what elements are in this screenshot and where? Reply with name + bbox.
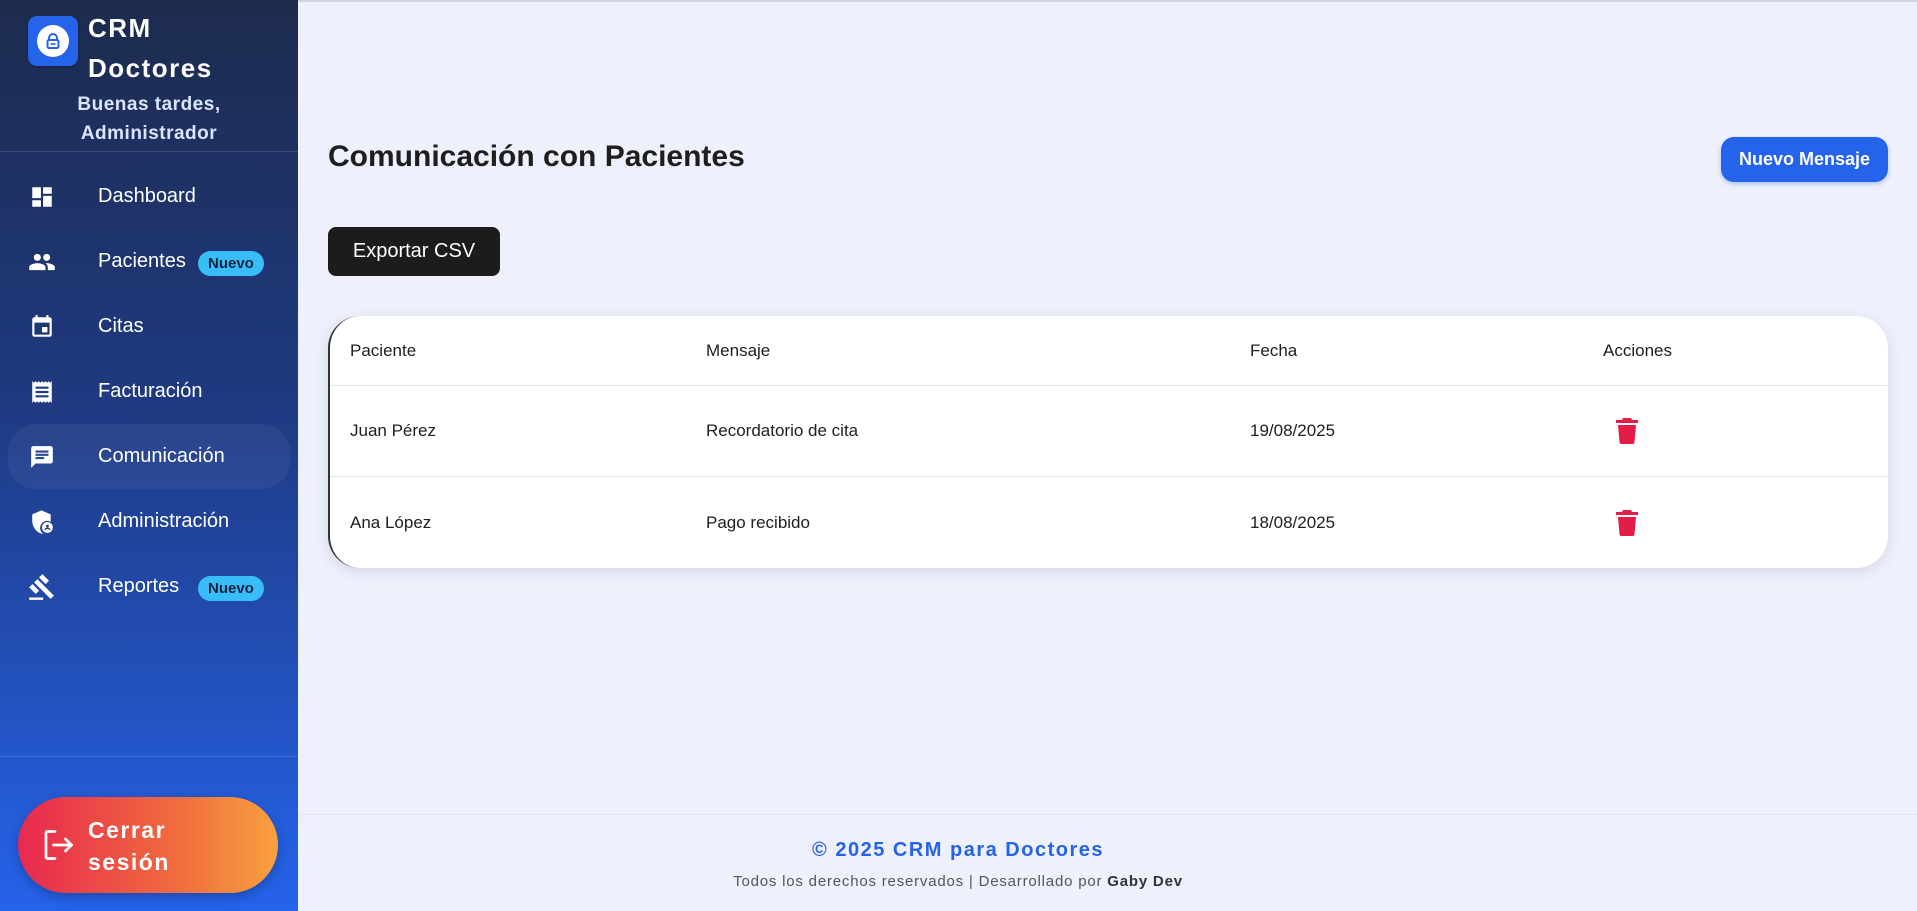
message-cell: Recordatorio de cita xyxy=(706,421,859,440)
sidebar-item-label: Comunicación xyxy=(98,445,225,467)
logout-label: Cerrar sesión xyxy=(88,817,170,875)
sidebar-item-label: Citas xyxy=(98,315,144,337)
table-row: Juan Pérez Recordatorio de cita 19/08/20… xyxy=(330,386,1888,477)
column-header: Fecha xyxy=(1250,340,1298,360)
logout-icon xyxy=(40,827,76,863)
sidebar-item-label: Pacientes xyxy=(98,250,186,272)
new-badge: Nuevo xyxy=(198,576,264,601)
calendar-icon xyxy=(28,313,56,341)
sidebar-divider xyxy=(0,756,298,757)
top-border xyxy=(298,0,1917,2)
sidebar-item-citas[interactable]: Citas xyxy=(0,294,298,359)
new-badge: Nuevo xyxy=(198,251,264,276)
message-cell: Pago recibido xyxy=(706,512,810,532)
sidebar-item-facturacion[interactable]: Facturación xyxy=(0,359,298,424)
lock-logo-icon xyxy=(28,16,78,66)
footer-copyright: © 2025 CRM para Doctores xyxy=(812,839,1104,861)
sidebar-item-dashboard[interactable]: Dashboard xyxy=(0,164,298,229)
admin-shield-icon xyxy=(28,508,56,536)
sidebar-nav: Dashboard Pacientes Nuevo Citas Facturac… xyxy=(0,164,298,619)
logout-button[interactable]: Cerrar sesión xyxy=(18,797,278,893)
export-csv-button[interactable]: Exportar CSV xyxy=(328,227,500,276)
sidebar-item-reportes[interactable]: Reportes Nuevo xyxy=(0,554,298,619)
column-header: Mensaje xyxy=(706,340,771,360)
footer-developer: Gaby Dev xyxy=(1107,873,1183,890)
brand-title: CRM Doctores xyxy=(88,13,213,83)
sidebar: CRM Doctores Buenas tardes, Administrado… xyxy=(0,0,298,911)
date-cell: 19/08/2025 xyxy=(1250,421,1336,440)
brand[interactable]: CRM Doctores xyxy=(28,8,248,88)
column-header: Paciente xyxy=(350,340,417,360)
new-message-button[interactable]: Nuevo Mensaje xyxy=(1721,137,1888,182)
sidebar-item-comunicacion[interactable]: Comunicación xyxy=(8,424,290,489)
sidebar-item-administracion[interactable]: Administración xyxy=(0,489,298,554)
sidebar-divider xyxy=(0,151,298,152)
gavel-icon xyxy=(28,573,56,601)
table-row: Ana López Pago recibido 18/08/2025 xyxy=(330,477,1888,568)
chat-icon xyxy=(28,443,56,471)
delete-icon[interactable] xyxy=(1616,418,1638,444)
table-header: Paciente Mensaje Fecha Acciones xyxy=(330,316,1888,386)
sidebar-item-label: Dashboard xyxy=(98,185,196,207)
sidebar-item-label: Administración xyxy=(98,510,230,532)
messages-table: Paciente Mensaje Fecha Acciones Juan Pér… xyxy=(328,316,1888,568)
page-title: Comunicación con Pacientes xyxy=(328,140,745,173)
footer-credits: Todos los derechos reservados | Desarrol… xyxy=(298,873,1618,890)
greeting: Buenas tardes, Administrador xyxy=(77,94,221,144)
receipt-icon xyxy=(28,378,56,406)
column-header: Acciones xyxy=(1603,340,1672,360)
delete-icon[interactable] xyxy=(1616,509,1638,536)
sidebar-item-label: Reportes xyxy=(98,575,180,597)
sidebar-item-pacientes[interactable]: Pacientes Nuevo xyxy=(0,229,298,294)
patient-cell: Juan Pérez xyxy=(350,421,436,440)
patient-cell: Ana López xyxy=(350,512,432,532)
sidebar-item-label: Facturación xyxy=(98,380,203,402)
footer: © 2025 CRM para Doctores Todos los derec… xyxy=(298,814,1917,911)
dashboard-icon xyxy=(28,183,56,211)
footer-rights: Todos los derechos reservados | Desarrol… xyxy=(733,873,1108,890)
people-icon xyxy=(28,248,56,276)
date-cell: 18/08/2025 xyxy=(1250,512,1336,532)
